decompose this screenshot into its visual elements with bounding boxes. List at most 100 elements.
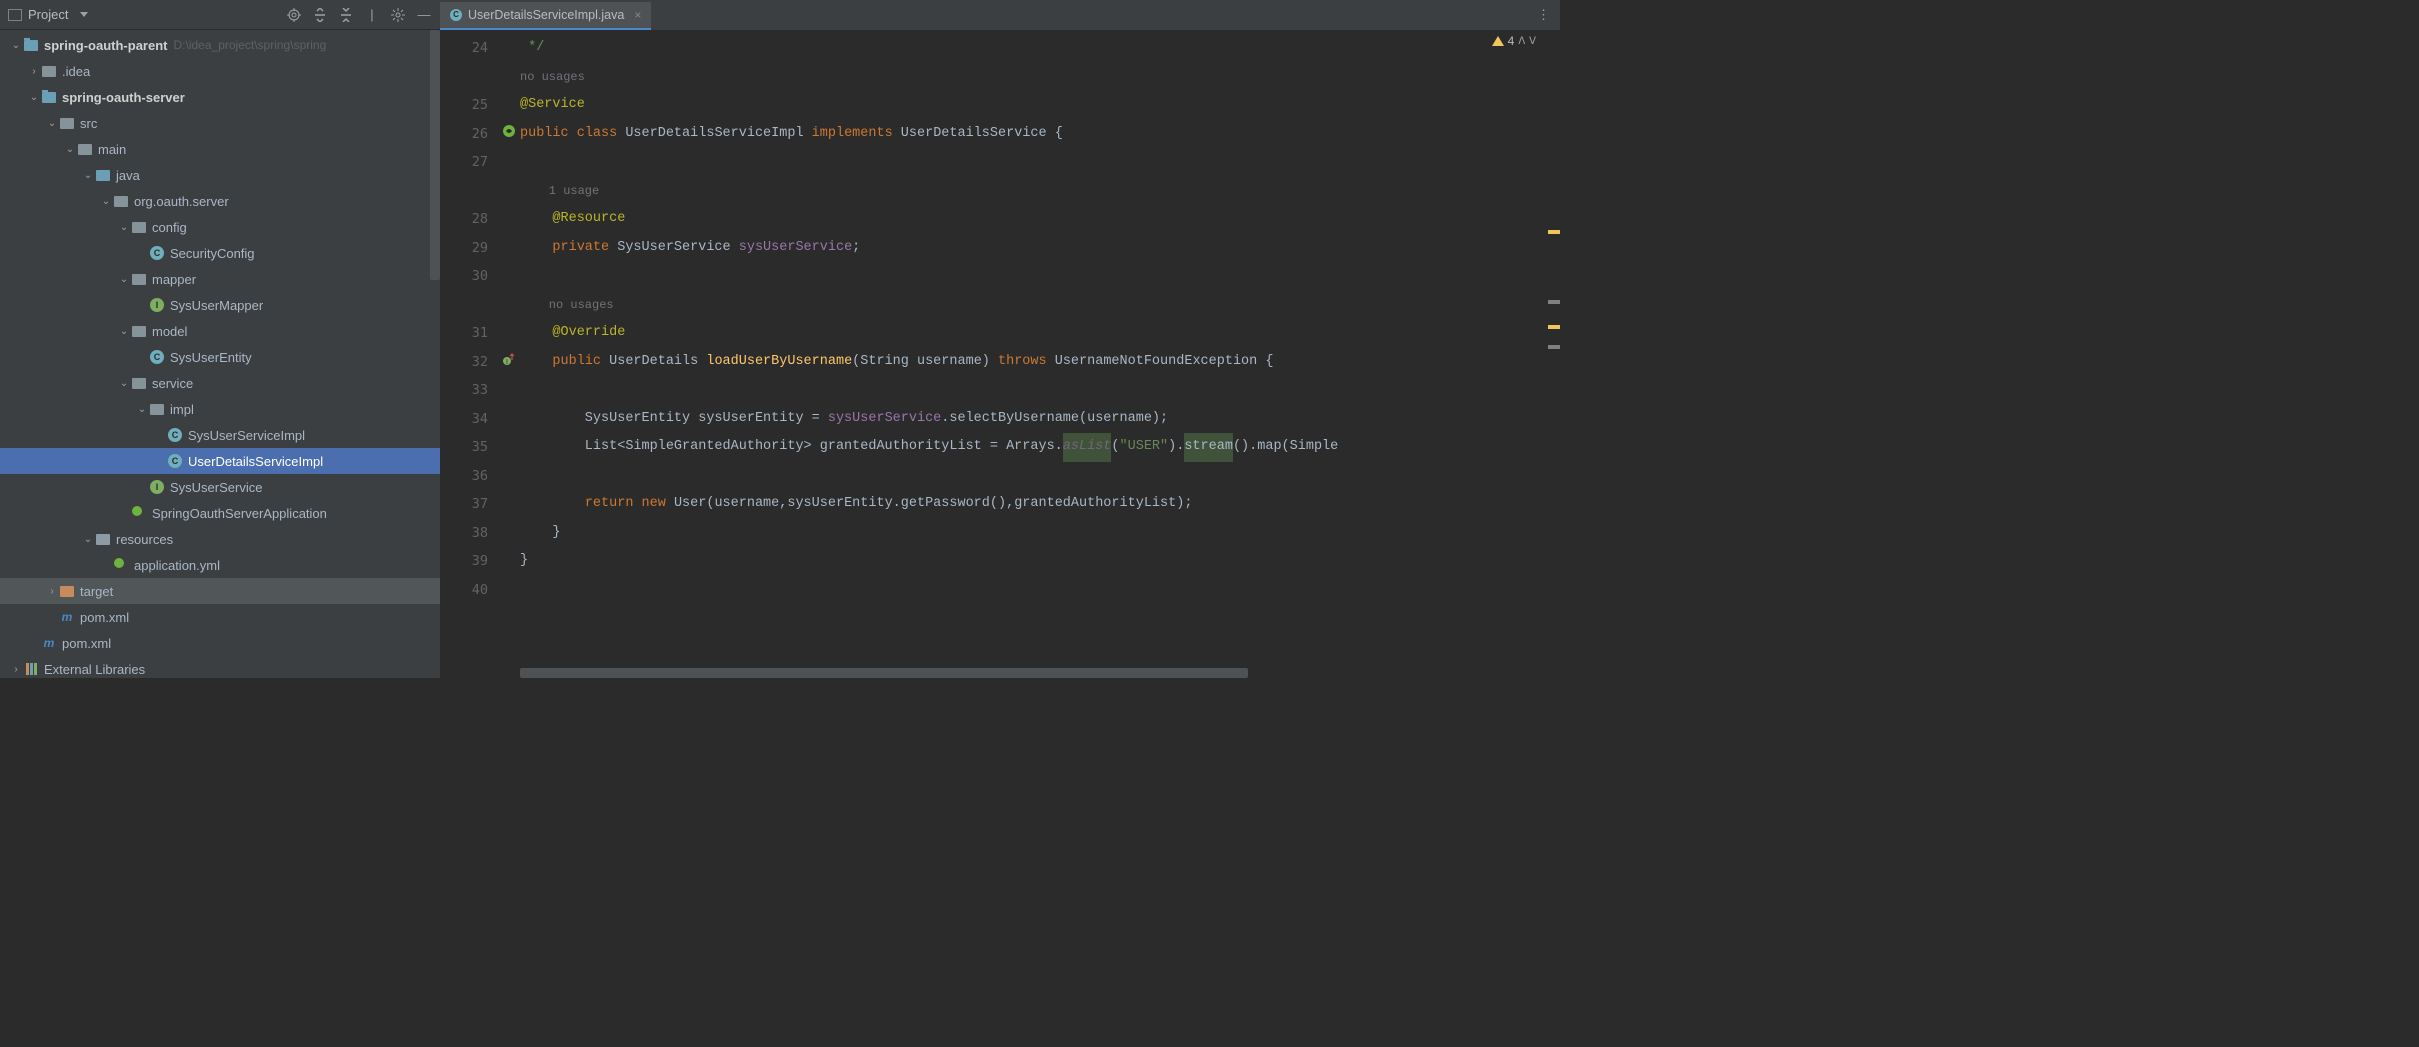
settings-icon[interactable] (390, 7, 406, 23)
code-line[interactable]: */ (520, 34, 1560, 63)
expand-icon[interactable]: ⌄ (26, 92, 42, 103)
error-stripe[interactable] (1548, 30, 1560, 668)
code-line[interactable]: return new User(username,sysUserEntity.g… (520, 490, 1560, 519)
tree-node-mapper[interactable]: ⌄mapper (0, 266, 440, 292)
minimize-icon[interactable]: — (416, 7, 432, 23)
tree-node-src[interactable]: ⌄src (0, 110, 440, 136)
code-line[interactable] (520, 576, 1560, 605)
code-line[interactable]: List<SimpleGrantedAuthority> grantedAuth… (520, 433, 1560, 462)
module-icon (42, 90, 56, 104)
warn-count: 4 (1508, 34, 1515, 48)
project-label[interactable]: Project (28, 7, 68, 22)
expand-icon[interactable]: › (8, 664, 24, 675)
line-number: 28 (440, 205, 500, 234)
tree-node-org-oauth-server[interactable]: ⌄org.oauth.server (0, 188, 440, 214)
tree-node-sysusermapper[interactable]: ISysUserMapper (0, 292, 440, 318)
spring-icon (132, 506, 146, 520)
code-line[interactable]: no usages (520, 291, 1560, 320)
tree-node-spring-oauth-server[interactable]: ⌄spring-oauth-server (0, 84, 440, 110)
node-label: java (116, 168, 140, 183)
collapse-all-icon[interactable] (338, 7, 354, 23)
tree-node-config[interactable]: ⌄config (0, 214, 440, 240)
bean-gutter-icon[interactable] (502, 124, 516, 138)
code-area[interactable]: */no usages@Servicepublic class UserDeta… (520, 30, 1560, 678)
code-line[interactable]: } (520, 547, 1560, 576)
code-line[interactable]: @Service (520, 91, 1560, 120)
code-line[interactable] (520, 262, 1560, 291)
tree-node-pom-xml[interactable]: mpom.xml (0, 630, 440, 656)
code-line[interactable]: } (520, 519, 1560, 548)
editor-tab[interactable]: C UserDetailsServiceImpl.java × (440, 0, 651, 30)
tree-node-model[interactable]: ⌄model (0, 318, 440, 344)
tree-node--idea[interactable]: ›.idea (0, 58, 440, 84)
tree-node-sysuserentity[interactable]: CSysUserEntity (0, 344, 440, 370)
expand-icon[interactable]: ⌄ (116, 274, 132, 285)
node-label: SysUserMapper (170, 298, 263, 313)
code-line[interactable]: public class UserDetailsServiceImpl impl… (520, 120, 1560, 149)
expand-all-icon[interactable] (312, 7, 328, 23)
expand-icon[interactable]: › (44, 586, 60, 597)
line-number: 34 (440, 405, 500, 434)
tree-node-service[interactable]: ⌄ service (0, 370, 440, 396)
code-line[interactable] (520, 148, 1560, 177)
expand-icon[interactable]: ⌄ (80, 170, 96, 181)
inspection-badge[interactable]: 4 ᐱ ᐯ (1492, 34, 1536, 48)
line-number: 30 (440, 262, 500, 291)
tree-node-spring-oauth-parent[interactable]: ⌄spring-oauth-parentD:\idea_project\spri… (0, 32, 440, 58)
expand-icon[interactable]: ⌄ (62, 144, 78, 155)
expand-icon[interactable]: ⌄ (116, 326, 132, 337)
tree-node-java[interactable]: ⌄ java (0, 162, 440, 188)
line-number (440, 291, 500, 320)
editor-hscrollbar[interactable] (520, 668, 1560, 678)
code-line[interactable]: @Resource (520, 205, 1560, 234)
class-icon: C (168, 454, 182, 468)
code-line[interactable]: 1 usage (520, 177, 1560, 206)
project-tree-sidebar[interactable]: ⌄spring-oauth-parentD:\idea_project\spri… (0, 30, 440, 678)
node-label: service (152, 376, 193, 391)
code-line[interactable] (520, 376, 1560, 405)
close-tab-icon[interactable]: × (634, 8, 641, 22)
dropdown-icon[interactable] (80, 12, 88, 17)
line-number (440, 63, 500, 92)
tree-node-springoauthserverapplication[interactable]: SpringOauthServerApplication (0, 500, 440, 526)
node-label: application.yml (134, 558, 220, 573)
tree-node-sysuserservice[interactable]: ISysUserService (0, 474, 440, 500)
code-line[interactable]: SysUserEntity sysUserEntity = sysUserSer… (520, 405, 1560, 434)
expand-icon[interactable]: › (26, 66, 42, 77)
override-gutter-icon[interactable]: I (502, 352, 516, 366)
expand-icon[interactable]: ⌄ (134, 404, 150, 415)
tree-node-sysuserserviceimpl[interactable]: CSysUserServiceImpl (0, 422, 440, 448)
warn-next-icon[interactable]: ᐯ (1529, 36, 1536, 47)
editor-pane[interactable]: 2425262728293031323334353637383940 I */n… (440, 30, 1560, 678)
tree-node-userdetailsserviceimpl[interactable]: CUserDetailsServiceImpl (0, 448, 440, 474)
expand-icon[interactable]: ⌄ (98, 196, 114, 207)
tree-node-external-libraries[interactable]: ›External Libraries (0, 656, 440, 678)
project-toolbar: Project | — (0, 7, 440, 23)
tab-menu-icon[interactable]: ⋮ (1537, 0, 1560, 30)
node-label: SpringOauthServerApplication (152, 506, 327, 521)
expand-icon[interactable]: ⌄ (8, 40, 24, 51)
code-line[interactable]: @Override (520, 319, 1560, 348)
code-line[interactable] (520, 462, 1560, 491)
code-line[interactable]: private SysUserService sysUserService; (520, 234, 1560, 263)
tree-node-main[interactable]: ⌄main (0, 136, 440, 162)
tree-node-application-yml[interactable]: application.yml (0, 552, 440, 578)
warn-prev-icon[interactable]: ᐱ (1518, 36, 1525, 47)
line-number-gutter: 2425262728293031323334353637383940 (440, 30, 500, 678)
expand-icon[interactable]: ⌄ (116, 222, 132, 233)
divider: | (364, 7, 380, 23)
tree-node-resources[interactable]: ⌄resources (0, 526, 440, 552)
tree-node-pom-xml[interactable]: mpom.xml (0, 604, 440, 630)
tree-node-target[interactable]: ›target (0, 578, 440, 604)
target-icon[interactable] (286, 7, 302, 23)
package-icon (150, 402, 164, 416)
sidebar-scrollbar[interactable] (430, 30, 440, 280)
code-line[interactable]: no usages (520, 63, 1560, 92)
code-line[interactable]: public UserDetails loadUserByUsername(St… (520, 348, 1560, 377)
module-icon (24, 38, 38, 52)
tree-node-impl[interactable]: ⌄impl (0, 396, 440, 422)
expand-icon[interactable]: ⌄ (80, 534, 96, 545)
expand-icon[interactable]: ⌄ (44, 118, 60, 129)
tree-node-securityconfig[interactable]: CSecurityConfig (0, 240, 440, 266)
expand-icon[interactable]: ⌄ (116, 378, 132, 389)
